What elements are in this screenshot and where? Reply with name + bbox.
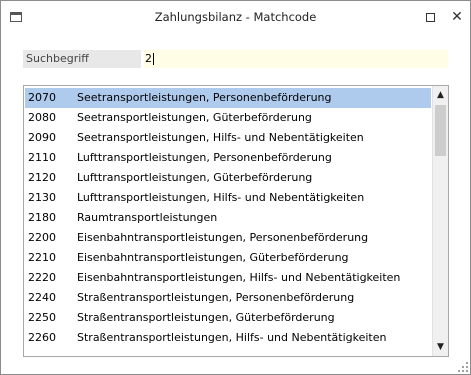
list-item[interactable]: 2260 Straßentransportleistungen, Hilfs- u… (25, 328, 431, 348)
title-bar[interactable]: Zahlungsbilanz - Matchcode ✕ (1, 1, 470, 34)
list-item-code: 2070 (28, 91, 56, 104)
list-item-description: Lufttransportleistungen, Güterbeförderun… (77, 171, 313, 184)
list-item-code: 2090 (28, 131, 56, 144)
list-item-code: 2180 (28, 211, 56, 224)
list-item-code: 2240 (28, 291, 56, 304)
list-item-description: Seetransportleistungen, Güterbeförderung (77, 111, 312, 124)
list-item[interactable]: 2240 Straßentransportleistungen, Personen… (25, 288, 431, 308)
search-label: Suchbegriff (23, 50, 141, 68)
list-item-code: 2220 (28, 271, 56, 284)
list-item-description: Eisenbahntransportleistungen, Hilfs- und… (77, 271, 401, 284)
list-item[interactable]: 2130 Lufttransportleistungen, Hilfs- und … (25, 188, 431, 208)
list-item[interactable]: 2090 Seetransportleistungen, Hilfs- und N… (25, 128, 431, 148)
list-item[interactable]: 2070 Seetransportleistungen, Personenbefö… (25, 88, 431, 108)
search-input-value: 2 (145, 52, 152, 65)
maximize-icon[interactable] (422, 10, 438, 24)
list-item[interactable]: 2080 Seetransportleistungen, Güterbeförde… (25, 108, 431, 128)
list-item[interactable]: 2180 Raumtransportleistungen (25, 208, 431, 228)
list-item[interactable]: 2200 Eisenbahntransportleistungen, Person… (25, 228, 431, 248)
matchcode-window: Zahlungsbilanz - Matchcode ✕ Suchbegriff… (0, 0, 471, 375)
list-item-code: 2260 (28, 331, 56, 344)
scroll-up-arrow-icon[interactable]: ▲ (433, 87, 448, 103)
vertical-scrollbar[interactable]: ▲ ▼ (432, 86, 448, 356)
list-item-code: 2250 (28, 311, 56, 324)
list-item-description: Straßentransportleistungen, Güterbeförde… (77, 311, 335, 324)
list-item-description: Seetransportleistungen, Personenbeförder… (77, 91, 332, 104)
list-item-code: 2130 (28, 191, 56, 204)
window-title: Zahlungsbilanz - Matchcode (154, 10, 317, 24)
list-item-code: 2210 (28, 251, 56, 264)
close-icon[interactable]: ✕ (449, 10, 465, 24)
list-item-code: 2200 (28, 231, 56, 244)
list-item-description: Lufttransportleistungen, Hilfs- und Nebe… (77, 191, 365, 204)
list-item-code: 2110 (28, 151, 56, 164)
list-item-description: Seetransportleistungen, Hilfs- und Neben… (77, 131, 364, 144)
list-item-code: 2120 (28, 171, 56, 184)
list-item[interactable]: 2210 Eisenbahntransportleistungen, Güterb… (25, 248, 431, 268)
result-list[interactable]: 2070 Seetransportleistungen, Personenbefö… (23, 85, 449, 357)
list-item-description: Eisenbahntransportleistungen, Güterbeför… (77, 251, 349, 264)
list-item[interactable]: 2250 Straßentransportleistungen, Güterbef… (25, 308, 431, 328)
scroll-down-arrow-icon[interactable]: ▼ (433, 339, 448, 355)
list-item-code: 2080 (28, 111, 56, 124)
resize-grip-icon[interactable] (457, 361, 468, 372)
text-caret (153, 53, 154, 65)
result-list-rows: 2070 Seetransportleistungen, Personenbefö… (25, 88, 431, 348)
list-item-description: Straßentransportleistungen, Hilfs- und N… (77, 331, 387, 344)
list-item[interactable]: 2120 Lufttransportleistungen, Güterbeförd… (25, 168, 431, 188)
list-item-description: Lufttransportleistungen, Personenbeförde… (77, 151, 332, 164)
list-item-description: Straßentransportleistungen, Personenbefö… (77, 291, 355, 304)
search-input[interactable]: 2 (144, 50, 448, 68)
list-item-description: Eisenbahntransportleistungen, Personenbe… (77, 231, 369, 244)
list-item[interactable]: 2110 Lufttransportleistungen, Personenbef… (25, 148, 431, 168)
list-item-description: Raumtransportleistungen (77, 211, 218, 224)
list-item[interactable]: 2220 Eisenbahntransportleistungen, Hilfs-… (25, 268, 431, 288)
scroll-thumb[interactable] (435, 105, 446, 156)
